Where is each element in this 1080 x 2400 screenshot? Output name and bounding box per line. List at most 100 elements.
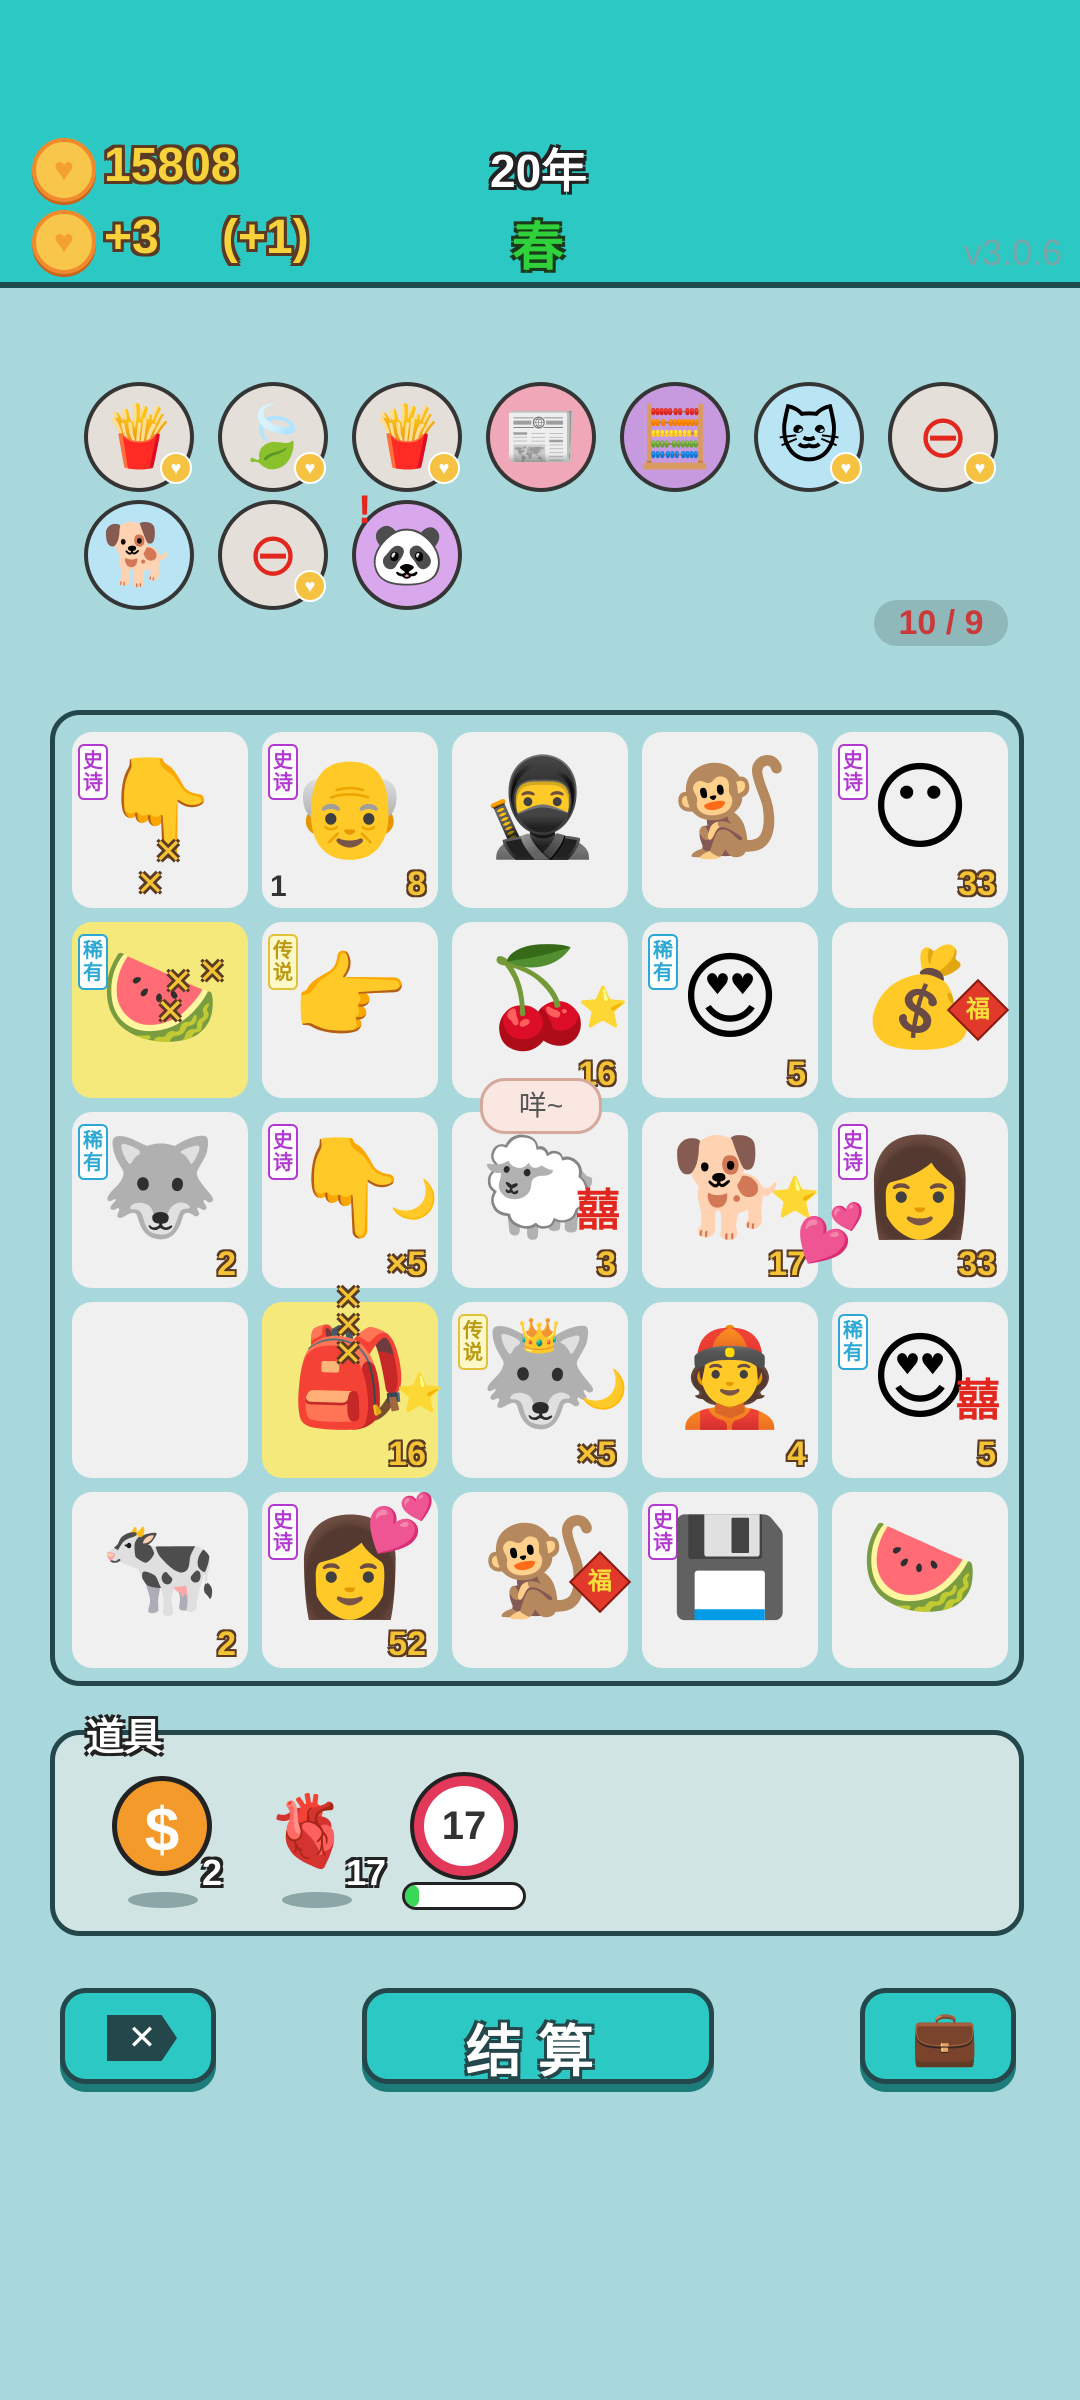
liver-prop-count: 17 (346, 1852, 387, 1893)
x-mark-icon: ✕ (136, 865, 165, 903)
cell-cow[interactable]: 🐄 2 (72, 1492, 248, 1668)
props-title: 道具 (86, 1717, 163, 1759)
star-icon: ⭐ (396, 1373, 444, 1415)
cell-empty[interactable] (72, 1302, 248, 1478)
cell-dog[interactable]: 🐕 ⭐ 17 (642, 1112, 820, 1288)
coin-prop-count: 2 (202, 1852, 223, 1893)
exit-button[interactable]: ✕ (60, 1988, 216, 2084)
cell-yellow-hand[interactable]: 传说 👉 (262, 922, 438, 1098)
dollar-coin-icon[interactable]: $ (112, 1776, 212, 1876)
cell-value: ×5 (387, 1245, 426, 1283)
moon-icon: 🌙 (390, 1179, 438, 1221)
cell-husky[interactable]: 稀有 🐺 2 (72, 1112, 248, 1288)
prop-shadow (282, 1892, 352, 1908)
timer-progress-fill (405, 1885, 420, 1907)
lovestruck-man-icon: 😍 (679, 944, 781, 1051)
cow-icon: 🐄 (100, 1514, 220, 1621)
heart-icon: ♥ (294, 452, 326, 484)
slot-french-fries-icon[interactable]: 🍟 ♥ (84, 382, 194, 492)
timer-icon[interactable]: 17 (414, 1776, 514, 1876)
coin-total: 15808 (104, 139, 238, 192)
heart-icon: ♥ (964, 452, 996, 484)
heart-icon: ♥ (428, 452, 460, 484)
cell-value: 8 (407, 865, 426, 903)
cell-watermelon[interactable]: 稀有 🍉 ✕ ✕ ✕ (72, 922, 248, 1098)
cell-value: 16 (388, 1435, 426, 1473)
cell-bag[interactable]: 🎒 ✕ ✕ ✕ ⭐ 16 (262, 1279, 443, 1478)
yellow-ball-icon: 😶 (869, 754, 971, 861)
cell-husky-king[interactable]: 传说 🐺 👑 🌙 ×5 (452, 1302, 628, 1478)
coin-icon (32, 138, 96, 202)
old-man-icon: 👲 (670, 1324, 790, 1431)
heart-icon: ♥ (160, 452, 192, 484)
pointing-hand-icon: 👉 (290, 944, 410, 1051)
x-mark-icon: ✕ (156, 993, 185, 1031)
gpu-icon: 💾 (670, 1514, 790, 1621)
hearts-icon: 💕 (796, 1201, 866, 1264)
cell-thief[interactable]: 🥷 (452, 732, 628, 908)
thief-icon: 🥷 (480, 754, 600, 861)
season-label: 春 (512, 219, 565, 277)
slot-time-magazine-icon[interactable]: 📰 (486, 382, 596, 492)
cell-left-count: 1 (270, 870, 287, 903)
year-label: 20年 (490, 145, 588, 197)
cell-lovestruck-man[interactable]: 稀有 😍 囍 5 (832, 1302, 1008, 1478)
liver-icon[interactable]: 🫀 (266, 1796, 353, 1866)
slot-leaf-icon[interactable]: 🍃 ♥ (218, 382, 328, 492)
husky-icon: 🐺 (100, 1134, 220, 1241)
alert-icon: ! (358, 488, 372, 532)
income-coin-icon (32, 210, 96, 274)
heart-icon: ♥ (830, 452, 862, 484)
double-happiness-icon: 囍 (576, 1186, 620, 1235)
watermelon-icon: 🍉 (860, 1514, 980, 1621)
close-icon: ✕ (107, 2015, 177, 2061)
version-label: v3.0.6 (963, 232, 1062, 273)
monkey-icon: 🐒 (670, 754, 790, 861)
cell-cherry[interactable]: 🍒 ⭐ 16 (452, 922, 628, 1098)
speech-bubble: 咩~ (480, 1078, 602, 1134)
cell-old-man[interactable]: 👲 4 (642, 1302, 818, 1478)
cell-value: 5 (977, 1435, 996, 1473)
slot-remove-icon[interactable]: ⊖ ♥ (888, 382, 998, 492)
x-mark-icon: ✕ (198, 953, 227, 991)
cell-grandpa[interactable]: 史诗 👴 1 8 (262, 732, 438, 908)
heart-icon: ♥ (294, 570, 326, 602)
inventory-button[interactable]: 💼 (860, 1988, 1016, 2084)
income-bonus: (+1) (222, 211, 309, 264)
settle-button[interactable]: 结算 (362, 1988, 714, 2084)
x-mark-icon: ✕ (334, 1335, 363, 1373)
slot-math-boy-icon[interactable]: 🧮 (620, 382, 730, 492)
cell-value: 33 (958, 1245, 996, 1283)
briefcase-icon: 💼 (911, 2008, 979, 2068)
cell-monkey[interactable]: 🐒 (642, 732, 818, 908)
symbol-count: 10 / 9 (874, 600, 1008, 646)
cell-pointing-hand[interactable]: 史诗 👇 ✕ ✕ (72, 732, 248, 908)
income-value: +3 (104, 211, 159, 264)
slot-french-fries-icon[interactable]: 🍟 ♥ (352, 382, 462, 492)
cell-value: 4 (787, 1435, 806, 1473)
hearts-icon: 💕 (366, 1491, 436, 1554)
cell-pointing-hand[interactable]: 史诗 👇 🌙 ×5 (262, 1112, 438, 1288)
cell-value: 33 (958, 865, 996, 903)
moon-icon: 🌙 (580, 1369, 628, 1411)
cell-lucky-bag[interactable]: 💰 福 (832, 922, 1010, 1098)
cell-value: 2 (217, 1625, 236, 1663)
cell-value: 2 (217, 1245, 236, 1283)
grandpa-icon: 👴 (290, 754, 410, 861)
slot-remove-icon[interactable]: ⊖ ♥ (218, 500, 328, 610)
cell-lovestruck-man[interactable]: 稀有 😍 5 (642, 922, 818, 1098)
settle-label: 结算 (466, 2020, 610, 2083)
cell-value: ×5 (577, 1435, 616, 1473)
timer-progress-bar (402, 1882, 526, 1910)
cell-watermelon[interactable]: 🍉 (832, 1492, 1008, 1668)
slot-cat-icon[interactable]: 🐱 ♥ (754, 382, 864, 492)
cell-value: 3 (597, 1245, 616, 1283)
cell-monkey[interactable]: 🐒 福 (452, 1492, 632, 1668)
cell-value: 52 (388, 1625, 426, 1663)
prop-shadow (128, 1892, 198, 1908)
cell-sheep[interactable]: 🐑 囍 3 (452, 1112, 628, 1288)
cell-yellow-ball[interactable]: 史诗 😶 33 (832, 732, 1008, 908)
cell-value: 5 (787, 1055, 806, 1093)
slot-dog-icon[interactable]: 🐕 (84, 500, 194, 610)
cell-gpu[interactable]: 史诗 💾 (642, 1492, 818, 1668)
